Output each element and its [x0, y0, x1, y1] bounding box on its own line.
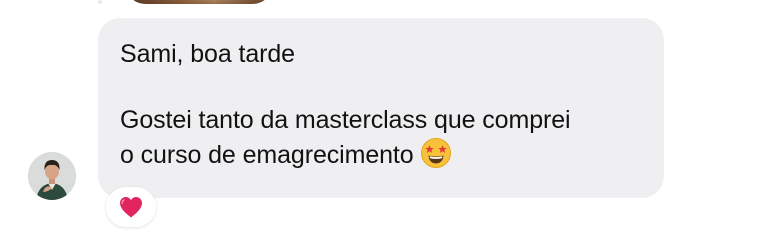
message-last-line: o curso de emagrecimento [120, 137, 642, 178]
message-bubble[interactable]: Sami, boa tarde Gostei tanto da mastercl… [98, 18, 664, 198]
star-struck-emoji-icon [420, 137, 452, 178]
previous-message-edge [98, 0, 102, 4]
sender-avatar[interactable] [28, 152, 76, 200]
message-line: Sami, boa tarde [120, 40, 295, 68]
red-heart-emoji-icon [120, 197, 142, 218]
message-line-text: o curso de emagrecimento [120, 141, 414, 169]
previous-media-message[interactable] [124, 0, 274, 4]
heart-reaction[interactable] [106, 187, 156, 227]
message-line: Gostei tanto da masterclass que comprei [120, 106, 571, 134]
chat-thread: Sami, boa tarde Gostei tanto da mastercl… [0, 0, 768, 240]
person-avatar-icon [28, 152, 76, 200]
